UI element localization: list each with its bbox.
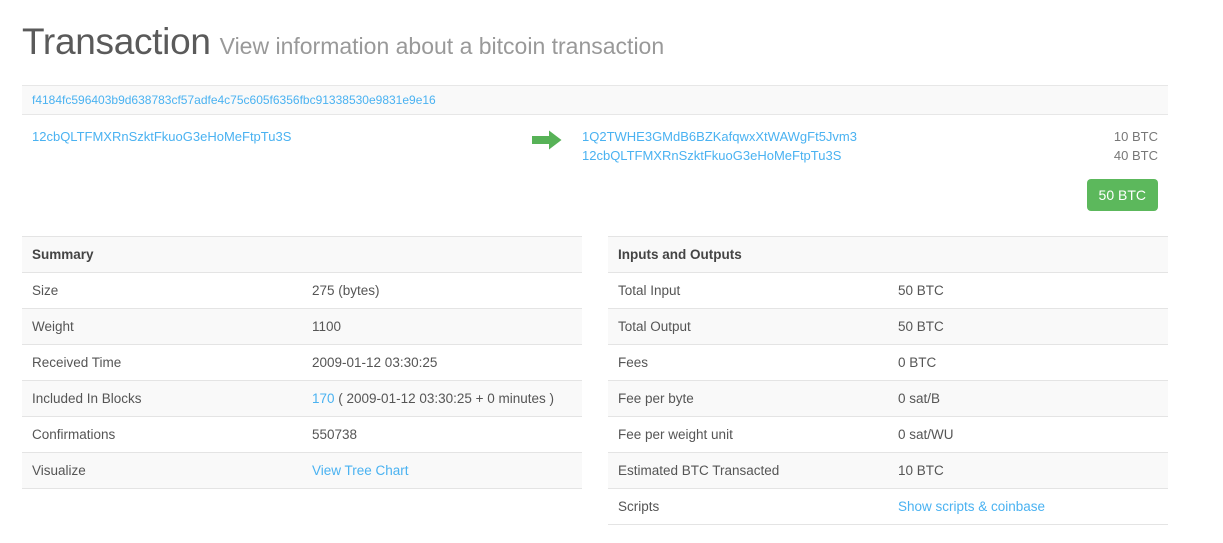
summary-title: Summary [22, 236, 582, 273]
table-header-row: Summary [22, 236, 582, 273]
table-row: Total Output 50 BTC [608, 308, 1168, 345]
row-label: Estimated BTC Transacted [608, 452, 888, 489]
inputs-outputs-title: Inputs and Outputs [608, 236, 1168, 273]
inputs-outputs-table: Inputs and Outputs Total Input 50 BTC To… [608, 236, 1168, 525]
table-row: Total Input 50 BTC [608, 272, 1168, 309]
detail-tables: Summary Size 275 (bytes) Weight 1100 Rec… [22, 236, 1168, 525]
transaction-hash-link[interactable]: f4184fc596403b9d638783cf57adfe4c75c605f6… [32, 93, 436, 107]
row-label: Scripts [608, 488, 888, 525]
table-row: Scripts Show scripts & coinbase [608, 488, 1168, 525]
summary-panel: Summary Size 275 (bytes) Weight 1100 Rec… [22, 236, 582, 525]
row-value: Show scripts & coinbase [888, 488, 1168, 525]
row-label: Fees [608, 344, 888, 381]
table-row: Fee per weight unit 0 sat/WU [608, 416, 1168, 453]
table-row: Size 275 (bytes) [22, 272, 582, 309]
table-row: Fee per byte 0 sat/B [608, 380, 1168, 417]
transaction-inputs: 12cbQLTFMXRnSzktFkuoG3eHoMeFtpTu3S [32, 127, 512, 146]
row-value: 2009-01-12 03:30:25 [302, 344, 582, 381]
output-amount: 40 BTC [1113, 148, 1158, 163]
show-scripts-link[interactable]: Show scripts & coinbase [898, 499, 1045, 514]
page-subtitle: View information about a bitcoin transac… [219, 33, 665, 59]
input-address[interactable]: 12cbQLTFMXRnSzktFkuoG3eHoMeFtpTu3S [32, 127, 512, 146]
row-label: Total Output [608, 308, 888, 345]
page-title: Transaction [22, 21, 211, 62]
row-label: Fee per weight unit [608, 416, 888, 453]
transaction-outputs: 1Q2TWHE3GMdB6BZKafqwxXtWAWgFt5Jvm3 12cbQ… [582, 127, 1038, 165]
table-header-row: Inputs and Outputs [608, 236, 1168, 273]
view-tree-chart-link[interactable]: View Tree Chart [312, 463, 409, 478]
total-badge-wrapper: 50 BTC [1038, 179, 1158, 211]
transaction-flow: 12cbQLTFMXRnSzktFkuoG3eHoMeFtpTu3S 1Q2TW… [22, 115, 1168, 211]
transaction-hash-row: f4184fc596403b9d638783cf57adfe4c75c605f6… [22, 85, 1168, 115]
row-value: 170 ( 2009-01-12 03:30:25 + 0 minutes ) [302, 380, 582, 417]
block-time-suffix: ( 2009-01-12 03:30:25 + 0 minutes ) [334, 391, 555, 406]
page-header: Transaction View information about a bit… [22, 22, 1168, 66]
row-value: 10 BTC [888, 452, 1168, 489]
inputs-outputs-panel: Inputs and Outputs Total Input 50 BTC To… [608, 236, 1168, 525]
table-row: Fees 0 BTC [608, 344, 1168, 381]
total-amount-badge[interactable]: 50 BTC [1086, 179, 1158, 211]
row-label: Total Input [608, 272, 888, 309]
table-row: Received Time 2009-01-12 03:30:25 [22, 344, 582, 381]
row-value: 50 BTC [888, 272, 1168, 309]
row-label: Size [22, 272, 302, 309]
row-value: 0 sat/WU [888, 416, 1168, 453]
row-value: 0 sat/B [888, 380, 1168, 417]
row-value: 50 BTC [888, 308, 1168, 345]
row-value: 1100 [302, 308, 582, 345]
summary-table: Summary Size 275 (bytes) Weight 1100 Rec… [22, 236, 582, 489]
row-label: Fee per byte [608, 380, 888, 417]
table-row: Weight 1100 [22, 308, 582, 345]
row-label: Confirmations [22, 416, 302, 453]
row-label: Visualize [22, 452, 302, 489]
output-address[interactable]: 1Q2TWHE3GMdB6BZKafqwxXtWAWgFt5Jvm3 [582, 127, 1038, 146]
table-row: Included In Blocks 170 ( 2009-01-12 03:3… [22, 380, 582, 417]
arrow-right-icon [532, 130, 562, 150]
block-height-link[interactable]: 170 [312, 391, 335, 406]
transaction-arrow [512, 127, 582, 150]
transaction-overview: f4184fc596403b9d638783cf57adfe4c75c605f6… [22, 85, 1168, 211]
row-label: Received Time [22, 344, 302, 381]
row-value: 275 (bytes) [302, 272, 582, 309]
table-row: Confirmations 550738 [22, 416, 582, 453]
output-address[interactable]: 12cbQLTFMXRnSzktFkuoG3eHoMeFtpTu3S [582, 146, 1038, 165]
row-value: 550738 [302, 416, 582, 453]
row-value: 0 BTC [888, 344, 1168, 381]
row-label: Included In Blocks [22, 380, 302, 417]
row-value: View Tree Chart [302, 452, 582, 489]
table-row: Estimated BTC Transacted 10 BTC [608, 452, 1168, 489]
transaction-page: Transaction View information about a bit… [0, 0, 1223, 543]
row-label: Weight [22, 308, 302, 345]
output-amount: 10 BTC [1113, 129, 1158, 144]
transaction-amounts: 10 BTC 40 BTC 50 BTC [1038, 127, 1158, 211]
table-row: Visualize View Tree Chart [22, 452, 582, 489]
